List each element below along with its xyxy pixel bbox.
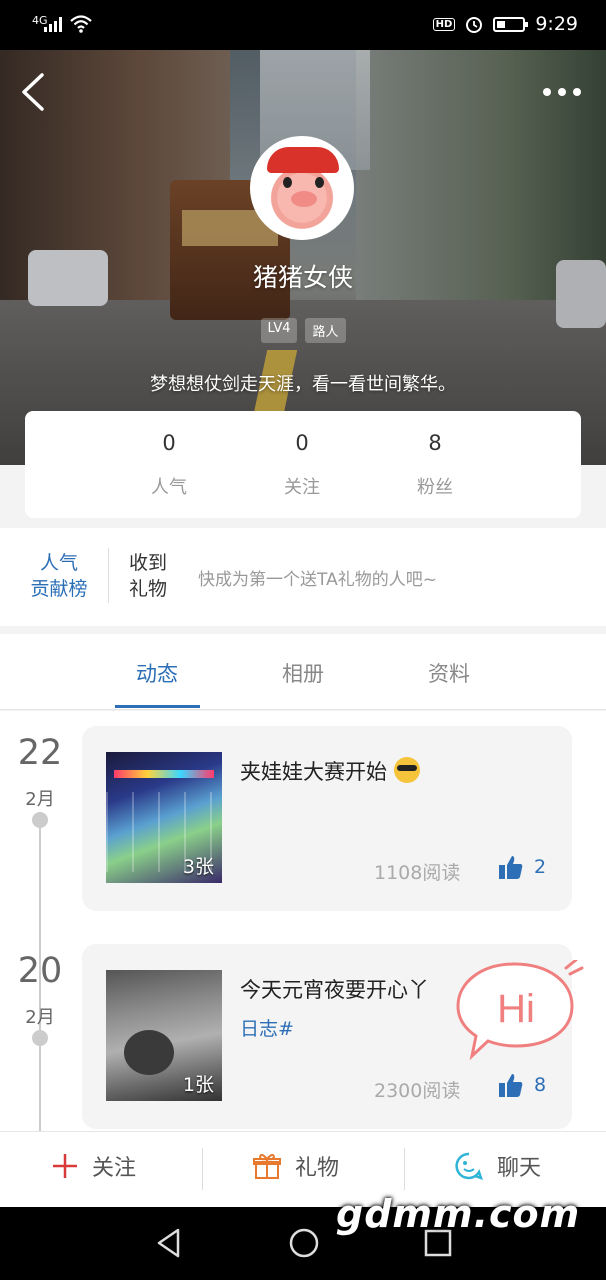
signal-icon: [44, 17, 62, 32]
post-title: 夹娃娃大赛开始: [240, 756, 420, 786]
level-badge: LV4: [260, 318, 298, 343]
post-tag-link[interactable]: 日志#: [240, 1014, 294, 1041]
rank-line-2: 贡献榜: [30, 578, 88, 600]
back-arrow-icon[interactable]: [18, 72, 48, 112]
gift-hint: 快成为第一个送TA礼物的人吧~: [198, 570, 437, 590]
gift-label: 礼物: [295, 1156, 340, 1181]
profile-tabs: 动态 相册 资料: [0, 634, 606, 710]
stat-following[interactable]: 0 关注: [252, 431, 352, 499]
more-options-icon[interactable]: [542, 82, 582, 102]
stat-label: 人气: [151, 477, 187, 498]
stat-label: 关注: [284, 477, 320, 498]
gift-title-line-1: 收到: [129, 552, 168, 574]
chat-button[interactable]: 聊天: [455, 1150, 541, 1182]
stat-label: 粉丝: [417, 477, 453, 498]
activity-feed: 22 2月 3张 夹娃娃大赛开始 1108阅读 2 20 2月 1张 今天元宵夜…: [0, 711, 606, 1131]
divider: [404, 1148, 405, 1190]
tab-album[interactable]: 相册: [253, 658, 353, 688]
post-card[interactable]: 3张 夹娃娃大赛开始 1108阅读 2: [82, 726, 572, 911]
cool-emoji-icon: [393, 757, 420, 783]
post-date-day: 20: [17, 951, 63, 991]
received-gifts-title: 收到 礼物: [129, 550, 167, 602]
watermark: gdmm.com: [336, 1192, 581, 1236]
avatar[interactable]: [250, 136, 354, 240]
wifi-icon: [70, 15, 92, 33]
divider: [202, 1148, 203, 1190]
user-badges: LV4 路人: [0, 318, 606, 343]
thumbs-up-icon: [499, 1074, 523, 1097]
plus-icon: [53, 1154, 77, 1178]
like-button[interactable]: 8: [498, 1072, 546, 1098]
stat-value: 0: [295, 431, 309, 455]
nav-back-icon[interactable]: [156, 1227, 182, 1259]
read-count: 1108阅读: [374, 862, 461, 884]
like-count: 8: [534, 1074, 547, 1096]
status-bar: 4G HD 9:29: [0, 0, 606, 50]
thumbs-up-icon: [499, 856, 523, 879]
chat-icon: [455, 1152, 483, 1180]
active-tab-indicator: [115, 705, 200, 708]
rank-title-badge: 路人: [305, 318, 346, 343]
divider: [108, 548, 109, 603]
post-date-day: 22: [17, 733, 63, 773]
gift-title-line-2: 礼物: [129, 578, 168, 600]
contribution-rank-link[interactable]: 人气 贡献榜: [24, 550, 94, 602]
hi-text: Hi: [497, 987, 535, 1031]
tab-profile-info[interactable]: 资料: [399, 658, 499, 688]
like-button[interactable]: 2: [498, 854, 546, 880]
chat-label: 聊天: [497, 1156, 542, 1181]
user-motto: 梦想想仗剑走天涯，看一看世间繁华。: [150, 374, 456, 395]
photo-count: 1张: [182, 1074, 214, 1096]
hi-greeting-bubble[interactable]: Hi: [454, 960, 584, 1060]
stat-value: 0: [162, 431, 176, 455]
gift-section: 人气 贡献榜 收到 礼物 快成为第一个送TA礼物的人吧~: [0, 528, 606, 626]
timeline-dot: [32, 1030, 48, 1046]
post-thumbnail[interactable]: 1张: [106, 970, 222, 1101]
alarm-icon: [466, 17, 483, 33]
follow-label: 关注: [92, 1156, 137, 1181]
timeline-dot: [32, 812, 48, 828]
stat-popularity[interactable]: 0 人气: [119, 431, 219, 499]
post-title-text: 夹娃娃大赛开始: [240, 760, 387, 784]
status-time: 9:29: [535, 13, 578, 35]
gift-icon: [253, 1153, 281, 1179]
like-count: 2: [534, 856, 547, 878]
follow-button[interactable]: 关注: [52, 1150, 136, 1182]
stats-card: 0 人气 0 关注 8 粉丝: [25, 411, 581, 518]
post-thumbnail[interactable]: 3张: [106, 752, 222, 883]
hd-icon: HD: [432, 17, 456, 31]
photo-count: 3张: [182, 856, 214, 878]
battery-icon: [493, 16, 529, 32]
stat-value: 8: [428, 431, 442, 455]
nav-home-icon[interactable]: [288, 1227, 320, 1259]
stat-fans[interactable]: 8 粉丝: [385, 431, 485, 499]
post-date-month: 2月: [25, 789, 55, 810]
tab-activity[interactable]: 动态: [107, 658, 207, 688]
read-count: 2300阅读: [374, 1080, 461, 1102]
username: 猪猪女侠: [252, 263, 353, 292]
rank-line-1: 人气: [39, 552, 78, 574]
gift-button[interactable]: 礼物: [253, 1150, 339, 1182]
post-title-text: 今天元宵夜要开心丫: [240, 978, 429, 1002]
post-title: 今天元宵夜要开心丫: [240, 974, 429, 1004]
post-date-month: 2月: [25, 1007, 55, 1028]
